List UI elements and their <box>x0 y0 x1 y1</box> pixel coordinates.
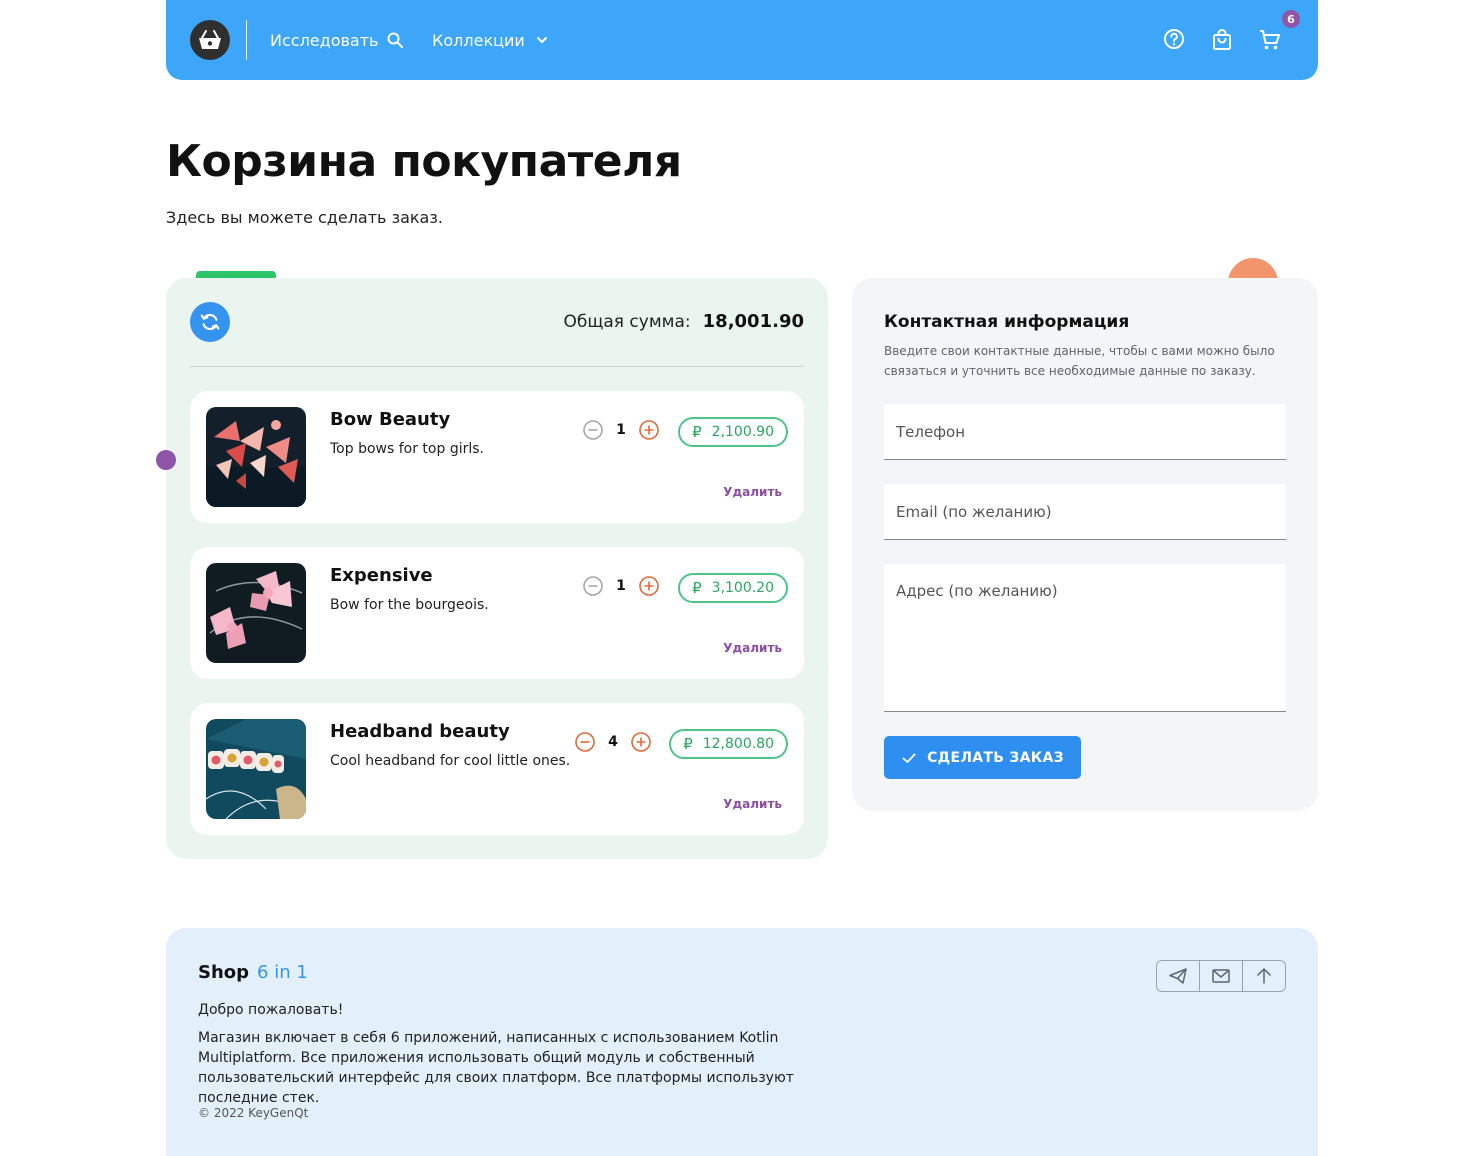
product-description: Top bows for top girls. <box>330 441 484 457</box>
search-icon <box>387 32 404 48</box>
decrease-icon[interactable] <box>582 419 604 441</box>
phone-field[interactable] <box>884 404 1286 459</box>
remove-button[interactable]: Удалить <box>723 797 782 811</box>
email-field[interactable] <box>884 484 1286 539</box>
refresh-button[interactable] <box>190 302 230 342</box>
quantity-stepper: 1 <box>582 419 660 441</box>
footer-brand-tag: 6 in 1 <box>257 962 308 983</box>
ruble-icon: ₽ <box>692 423 702 441</box>
cart-icon[interactable] <box>1258 28 1282 52</box>
telegram-button[interactable] <box>1157 961 1200 991</box>
total-label: Общая сумма: <box>563 312 691 332</box>
cart-panel: Общая сумма: 18,001.90 Bow Beauty Top bo… <box>166 278 828 859</box>
increase-icon[interactable] <box>638 575 660 597</box>
page-subtitle: Здесь вы можете сделать заказ. <box>166 208 443 227</box>
email-field-container <box>884 484 1286 540</box>
nav-explore-label: Исследовать <box>270 30 379 50</box>
page-title: Корзина покупателя <box>166 136 682 187</box>
check-icon <box>902 753 916 763</box>
product-image <box>206 407 306 507</box>
product-description: Bow for the bourgeois. <box>330 597 489 613</box>
shopping-bag-icon[interactable] <box>1210 28 1234 52</box>
quantity-value: 1 <box>616 422 626 438</box>
price-value: 2,100.90 <box>711 424 774 440</box>
telegram-icon <box>1169 968 1187 984</box>
footer-actions <box>1156 960 1286 992</box>
product-name: Bow Beauty <box>330 409 451 430</box>
contact-title: Контактная информация <box>884 312 1130 332</box>
refresh-icon <box>200 313 220 331</box>
price-chip: ₽ 3,100.20 <box>678 573 788 603</box>
ruble-icon: ₽ <box>683 735 693 753</box>
total-value: 18,001.90 <box>702 311 804 332</box>
cart-divider <box>190 366 804 367</box>
cart-total: Общая сумма: 18,001.90 <box>564 311 805 332</box>
footer-description: Магазин включает в себя 6 приложений, на… <box>198 1030 794 1106</box>
address-field[interactable] <box>884 564 1286 711</box>
footer-welcome: Добро пожаловать! <box>198 1002 344 1018</box>
quantity-stepper: 4 <box>574 731 652 753</box>
place-order-button[interactable]: СДЕЛАТЬ ЗАКАЗ <box>884 736 1081 779</box>
footer-brand: Shop 6 in 1 <box>198 962 308 983</box>
remove-button[interactable]: Удалить <box>723 641 782 655</box>
header-divider <box>246 20 247 60</box>
mail-button[interactable] <box>1200 961 1243 991</box>
phone-field-container <box>884 404 1286 460</box>
cart-item: Headband beauty Cool headband for cool l… <box>190 703 804 835</box>
footer: Shop 6 in 1 Добро пожаловать! Магазин вк… <box>166 928 1318 1156</box>
increase-icon[interactable] <box>630 731 652 753</box>
cart-item: Expensive Bow for the bourgeois. 1 ₽ 3,1… <box>190 547 804 679</box>
help-icon[interactable] <box>1162 28 1186 52</box>
decrease-icon[interactable] <box>574 731 596 753</box>
price-value: 3,100.20 <box>711 580 774 596</box>
price-chip: ₽ 2,100.90 <box>678 417 788 447</box>
address-field-container <box>884 564 1286 712</box>
decorative-dot <box>156 450 176 470</box>
nav-collections[interactable]: Коллекции <box>432 28 551 52</box>
product-name: Expensive <box>330 565 433 586</box>
product-image <box>206 563 306 663</box>
quantity-value: 4 <box>608 734 618 750</box>
decrease-icon[interactable] <box>582 575 604 597</box>
scroll-top-button[interactable] <box>1243 961 1285 991</box>
price-value: 12,800.80 <box>702 736 774 752</box>
contact-panel: Контактная информация Введите свои конта… <box>852 278 1318 811</box>
place-order-label: СДЕЛАТЬ ЗАКАЗ <box>927 749 1064 766</box>
arrow-up-icon <box>1257 968 1271 984</box>
mail-icon <box>1212 969 1230 983</box>
price-chip: ₽ 12,800.80 <box>669 729 788 759</box>
top-app-bar: Исследовать Коллекции 6 <box>166 0 1318 80</box>
increase-icon[interactable] <box>638 419 660 441</box>
footer-copyright: © 2022 KeyGenQt <box>198 1106 309 1120</box>
cart-item: Bow Beauty Top bows for top girls. 1 ₽ 2… <box>190 391 804 523</box>
contact-description: Введите свои контактные данные, чтобы с … <box>884 344 1275 378</box>
quantity-value: 1 <box>616 578 626 594</box>
nav-explore[interactable]: Исследовать <box>270 28 404 52</box>
cart-count-badge: 6 <box>1282 10 1300 28</box>
logo-basket-icon[interactable] <box>190 20 230 60</box>
product-description: Cool headband for cool little ones. <box>330 753 571 769</box>
footer-brand-name: Shop <box>198 962 250 983</box>
remove-button[interactable]: Удалить <box>723 485 782 499</box>
ruble-icon: ₽ <box>692 579 702 597</box>
nav-collections-label: Коллекции <box>432 30 525 50</box>
product-image <box>206 719 306 819</box>
quantity-stepper: 1 <box>582 575 660 597</box>
chevron-down-icon <box>536 37 547 43</box>
product-name: Headband beauty <box>330 721 510 742</box>
